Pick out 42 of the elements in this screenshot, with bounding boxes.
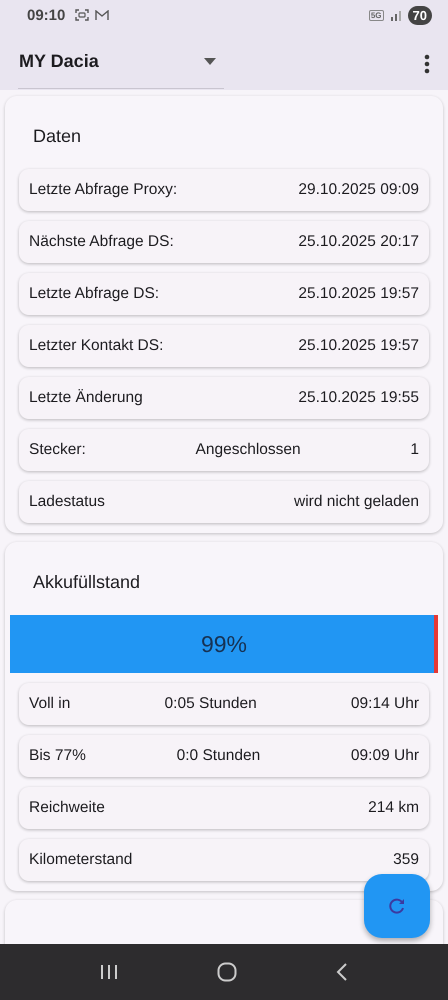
- vehicle-dropdown[interactable]: MY Dacia: [18, 43, 224, 89]
- screenshot-icon: [75, 9, 90, 21]
- mail-icon: [95, 10, 110, 20]
- row-label: Letzte Abfrage DS:: [29, 285, 160, 303]
- card-title: Daten: [32, 125, 82, 148]
- row-value: 25.10.2025 19:57: [298, 337, 419, 355]
- row-value: 25.10.2025 19:55: [298, 389, 419, 407]
- row-value: 359: [393, 851, 419, 869]
- battery-percent: 99%: [200, 630, 248, 658]
- row-label: Letzter Kontakt DS:: [29, 337, 164, 355]
- more-icon[interactable]: [424, 54, 430, 74]
- row-middle-value: Angeschlossen: [194, 441, 302, 459]
- home-icon[interactable]: [216, 962, 237, 982]
- row-label: Nächste Abfrage DS:: [29, 233, 174, 251]
- row-label: Ladestatus: [29, 493, 105, 511]
- row-middle-value: 0:0 Stunden: [176, 747, 262, 765]
- row-value: 29.10.2025 09:09: [298, 181, 419, 199]
- row-value: 25.10.2025 19:57: [298, 285, 419, 303]
- row-value: 214 km: [368, 799, 419, 817]
- network-indicator: 5G: [368, 10, 384, 20]
- row-label: Voll in: [29, 695, 70, 713]
- card-title: Akkufüllstand: [32, 571, 142, 594]
- refresh-button[interactable]: [364, 874, 430, 938]
- row-value: 25.10.2025 20:17: [298, 233, 419, 251]
- row-label: Stecker:: [29, 441, 86, 459]
- signal-icon: [390, 10, 402, 20]
- refresh-icon: [387, 896, 407, 916]
- caret-icon: [204, 58, 216, 65]
- row-label: Letzte Abfrage Proxy:: [29, 181, 178, 199]
- back-icon[interactable]: [336, 963, 348, 981]
- row-label: Kilometerstand: [29, 851, 132, 869]
- row-value: wird nicht geladen: [294, 493, 419, 511]
- recent-apps-icon[interactable]: [100, 964, 118, 980]
- row-value: 09:09 Uhr: [350, 747, 419, 765]
- row-label: Bis 77%: [29, 747, 86, 765]
- battery-indicator: 70: [408, 6, 432, 24]
- status-time: 09:10: [27, 6, 66, 24]
- row-label: Letzte Änderung: [29, 389, 143, 407]
- row-value: 1: [410, 441, 419, 459]
- row-middle-value: 0:05 Stunden: [164, 695, 258, 713]
- row-value: 09:14 Uhr: [350, 695, 419, 713]
- row-label: Reichweite: [29, 799, 105, 817]
